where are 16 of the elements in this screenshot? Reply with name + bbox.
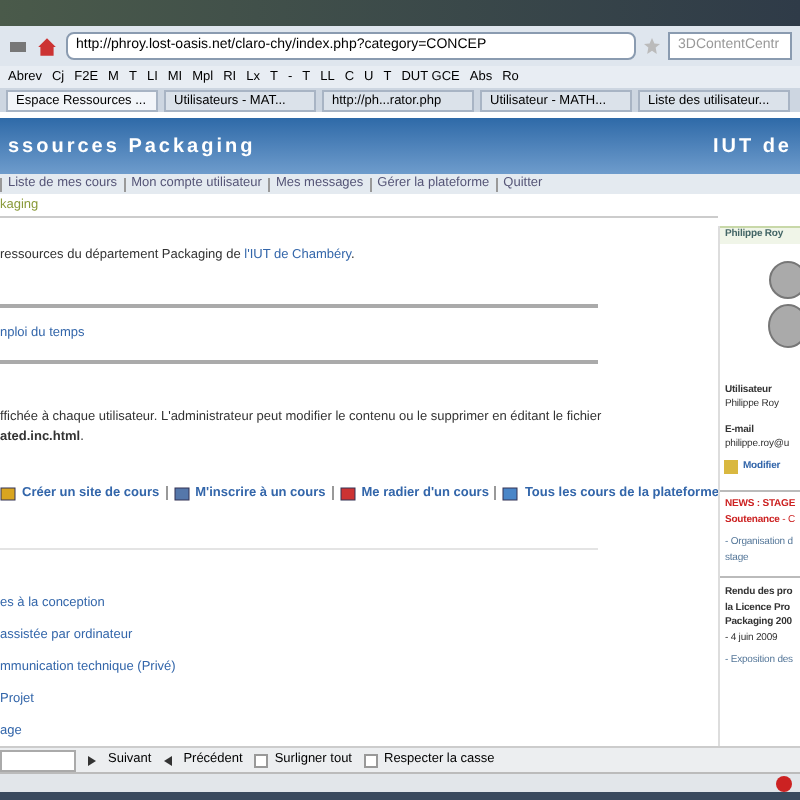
edit-icon	[724, 459, 739, 474]
next-arrow-icon	[88, 755, 96, 765]
home-icon[interactable]	[36, 35, 58, 57]
star-icon[interactable]	[644, 38, 660, 54]
folder-icon	[502, 485, 519, 502]
site-title: ssources Packaging	[8, 133, 256, 161]
enroll-icon	[173, 485, 190, 502]
checkbox[interactable]	[254, 753, 269, 767]
remove-icon	[339, 485, 356, 502]
find-field[interactable]	[0, 749, 76, 771]
create-icon	[0, 485, 16, 502]
institution-name: IUT de	[712, 133, 792, 161]
stop-icon	[776, 775, 792, 791]
checkbox[interactable]	[364, 753, 378, 767]
avatar-icon	[768, 259, 800, 347]
previous-arrow-icon	[163, 755, 172, 765]
